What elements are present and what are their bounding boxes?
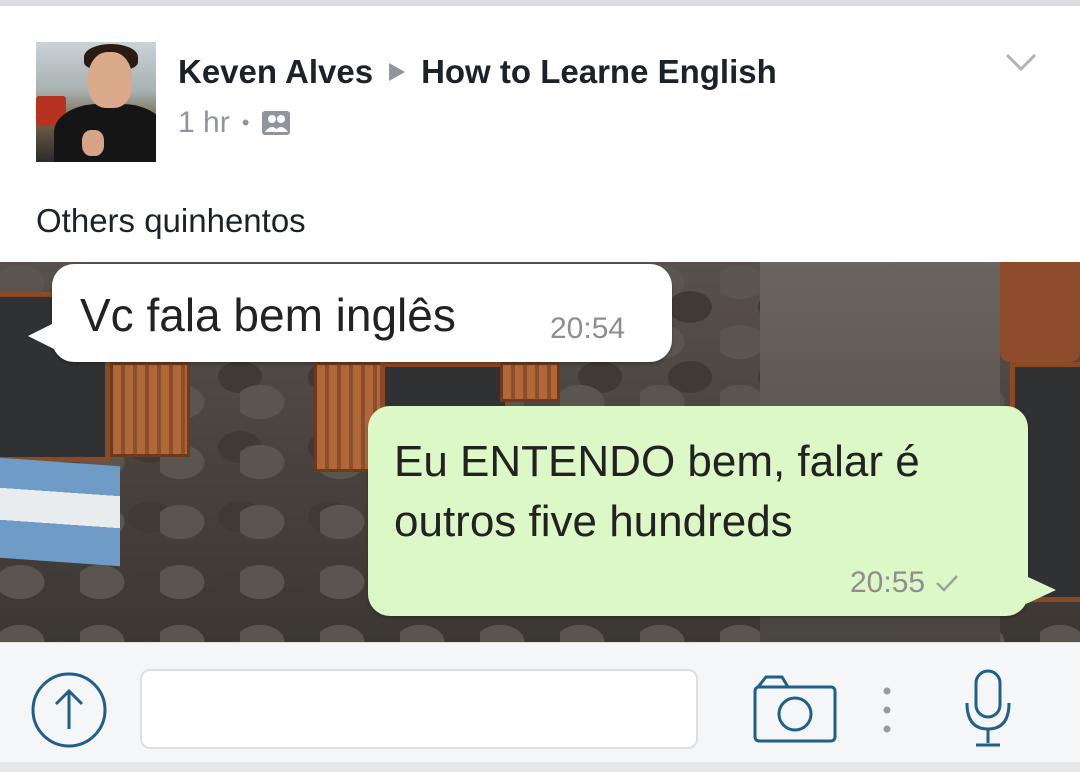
post-timestamp[interactable]: 1 hr: [178, 106, 230, 140]
post-text: Others quinhentos: [36, 202, 306, 239]
outgoing-message-text: Eu ENTENDO bem, falar é outros five hund…: [394, 437, 920, 546]
upload-arrow-icon[interactable]: [30, 671, 108, 749]
post-header: Keven Alves How to Learne English 1 hr •…: [0, 6, 1080, 262]
message-input[interactable]: [140, 669, 698, 749]
incoming-message-text: Vc fala bem inglês: [80, 289, 456, 341]
group-icon: [262, 111, 291, 135]
incoming-message-time: 20:54: [550, 312, 626, 345]
chevron-down-icon[interactable]: [1004, 50, 1038, 74]
author-avatar[interactable]: [36, 42, 156, 162]
bottom-divider: [0, 762, 1080, 772]
outgoing-message-time: 20:55: [850, 566, 926, 599]
message-composer: [0, 642, 1080, 772]
outgoing-message-meta: 20:55: [850, 566, 959, 600]
camera-icon[interactable]: [752, 673, 838, 745]
post-meta: 1 hr •: [178, 106, 291, 140]
author-name[interactable]: Keven Alves: [178, 53, 373, 91]
arrow-right-icon: [389, 63, 406, 81]
group-name[interactable]: How to Learne English: [421, 53, 777, 91]
meta-separator: •: [241, 110, 250, 135]
more-vertical-icon[interactable]: [880, 685, 894, 735]
incoming-message: Vc fala bem inglês 20:54: [28, 264, 672, 362]
outgoing-message: Eu ENTENDO bem, falar é outros five hund…: [368, 406, 1056, 616]
microphone-icon[interactable]: [962, 669, 1014, 749]
post-title: Keven Alves How to Learne English: [178, 50, 777, 94]
check-icon: [936, 575, 958, 592]
